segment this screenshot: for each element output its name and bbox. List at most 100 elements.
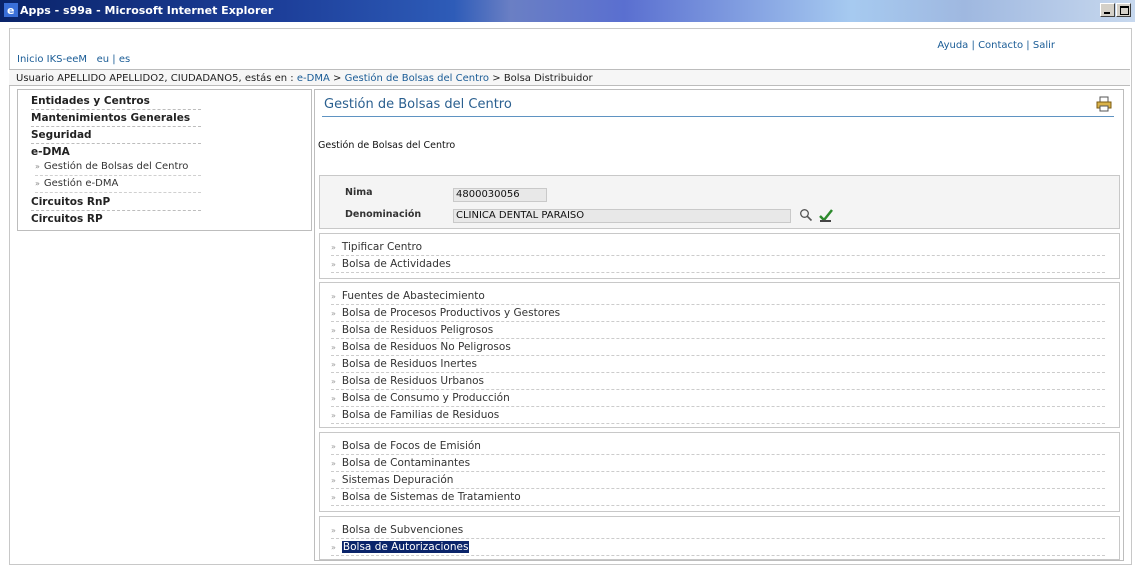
link-residuos-peligrosos[interactable]: » Bolsa de Residuos Peligrosos <box>331 322 1105 339</box>
salir-link[interactable]: Salir <box>1033 40 1055 51</box>
sidebar-item-entidades[interactable]: Entidades y Centros <box>31 93 201 110</box>
separator: | <box>971 40 975 51</box>
group-residuos: » Fuentes de Abastecimiento » Bolsa de Pro… <box>319 282 1120 428</box>
lang-es-link[interactable]: es <box>119 54 130 65</box>
link-procesos-productivos[interactable]: » Bolsa de Procesos Productivos y Gestore… <box>331 305 1105 322</box>
link-sistemas-depuracion[interactable]: » Sistemas Depuración <box>331 472 1105 489</box>
chevron-right-icon: » <box>331 493 336 502</box>
link-label: Bolsa de Contaminantes <box>341 457 471 469</box>
chevron-right-icon: » <box>331 309 336 318</box>
link-fuentes-abastecimiento[interactable]: » Fuentes de Abastecimiento <box>331 288 1105 305</box>
link-label: Bolsa de Residuos Peligrosos <box>341 324 494 336</box>
group-subvenciones: » Bolsa de Subvenciones » Bolsa de Autoriz… <box>319 516 1120 560</box>
link-label: Fuentes de Abastecimiento <box>341 290 485 302</box>
chevron-right-icon: » <box>331 526 336 535</box>
chevron-right-icon: » <box>331 260 336 269</box>
lang-eu-link[interactable]: eu <box>97 54 110 65</box>
chevron-right-icon: » <box>331 243 336 252</box>
link-label: Bolsa de Actividades <box>341 258 451 270</box>
link-subvenciones[interactable]: » Bolsa de Subvenciones <box>331 522 1105 539</box>
nima-label: Nima <box>345 187 373 198</box>
link-residuos-no-peligrosos[interactable]: » Bolsa de Residuos No Peligrosos <box>331 339 1105 356</box>
printer-icon[interactable] <box>1096 96 1112 112</box>
sidebar-item-mantenimientos[interactable]: Mantenimientos Generales <box>31 110 201 127</box>
nima-field[interactable]: 4800030056 <box>453 188 547 202</box>
search-icon[interactable] <box>799 208 813 222</box>
sidebar-item-circuitos-rnp[interactable]: Circuitos RnP <box>31 194 201 211</box>
breadcrumb-edma-link[interactable]: e-DMA <box>297 73 330 84</box>
window-title: Apps - s99a - Microsoft Internet Explore… <box>20 4 274 17</box>
minimize-button[interactable] <box>1100 3 1115 17</box>
chevron-right-icon: » <box>35 162 40 171</box>
link-familias-residuos[interactable]: » Bolsa de Familias de Residuos <box>331 407 1105 424</box>
group-emisiones: » Bolsa de Focos de Emisión » Bolsa de Con… <box>319 432 1120 512</box>
sidebar-subitem-label: Gestión e-DMA <box>43 178 119 189</box>
ayuda-link[interactable]: Ayuda <box>937 40 968 51</box>
sidebar-menu: Entidades y Centros Mantenimientos Gener… <box>17 89 312 231</box>
link-label: Tipificar Centro <box>341 241 423 253</box>
link-label-selected: Bolsa de Autorizaciones <box>341 541 470 553</box>
sidebar-item-edma[interactable]: e-DMA <box>31 144 201 160</box>
section-subtitle: Gestión de Bolsas del Centro <box>318 140 456 151</box>
chevron-right-icon: » <box>331 326 336 335</box>
link-tipificar-centro[interactable]: » Tipificar Centro <box>331 239 1105 256</box>
sidebar-subitem-gestion-bolsas[interactable]: » Gestión de Bolsas del Centro <box>35 159 201 176</box>
top-left-links: Inicio IKS-eeM eu | es <box>17 54 130 65</box>
chevron-right-icon: » <box>331 476 336 485</box>
chevron-right-icon: » <box>331 543 336 552</box>
link-label: Bolsa de Consumo y Producción <box>341 392 510 404</box>
link-sistemas-tratamiento[interactable]: » Bolsa de Sistemas de Tratamiento <box>331 489 1105 506</box>
link-contaminantes[interactable]: » Bolsa de Contaminantes <box>331 455 1105 472</box>
link-label: Sistemas Depuración <box>341 474 454 486</box>
chevron-right-icon: » <box>331 394 336 403</box>
group-tipificar: » Tipificar Centro » Bolsa de Actividades <box>319 233 1120 279</box>
link-label: Bolsa de Residuos No Peligrosos <box>341 341 511 353</box>
link-label: Bolsa de Sistemas de Tratamiento <box>341 491 521 503</box>
chevron-right-icon: » <box>331 360 336 369</box>
sidebar-subitem-label: Gestión de Bolsas del Centro <box>43 161 189 172</box>
breadcrumb: Usuario APELLIDO APELLIDO2, CIUDADANO5, … <box>9 69 1130 86</box>
check-edit-icon[interactable] <box>818 207 834 223</box>
breadcrumb-gestion-link[interactable]: Gestión de Bolsas del Centro <box>345 73 489 84</box>
internet-explorer-icon: e <box>4 3 18 17</box>
sidebar-subitem-gestion-edma[interactable]: » Gestión e-DMA <box>35 176 201 193</box>
sidebar-item-seguridad[interactable]: Seguridad <box>31 127 201 144</box>
link-consumo-produccion[interactable]: » Bolsa de Consumo y Producción <box>331 390 1105 407</box>
link-label: Bolsa de Subvenciones <box>341 524 464 536</box>
svg-text:e: e <box>7 4 14 17</box>
page-title: Gestión de Bolsas del Centro <box>324 97 512 112</box>
link-focos-emision[interactable]: » Bolsa de Focos de Emisión <box>331 438 1105 455</box>
link-label: Bolsa de Residuos Urbanos <box>341 375 485 387</box>
chevron-right-icon: » <box>331 292 336 301</box>
window-titlebar: e Apps - s99a - Microsoft Internet Explo… <box>0 0 1135 22</box>
denominacion-label: Denominación <box>345 209 422 220</box>
separator: | <box>112 54 116 65</box>
top-right-links: Ayuda | Contacto | Salir <box>937 40 1055 51</box>
centro-fields-panel: Nima 4800030056 Denominación CLINICA DEN… <box>319 175 1120 229</box>
breadcrumb-separator: > <box>492 73 501 84</box>
link-label: Bolsa de Familias de Residuos <box>341 409 500 421</box>
breadcrumb-separator: > <box>333 73 342 84</box>
link-autorizaciones[interactable]: » Bolsa de Autorizaciones <box>331 539 1105 556</box>
link-label: Bolsa de Residuos Inertes <box>341 358 477 370</box>
link-bolsa-actividades[interactable]: » Bolsa de Actividades <box>331 256 1105 273</box>
chevron-right-icon: » <box>331 411 336 420</box>
maximize-button[interactable] <box>1116 3 1131 17</box>
link-label: Bolsa de Procesos Productivos y Gestores <box>341 307 561 319</box>
link-residuos-urbanos[interactable]: » Bolsa de Residuos Urbanos <box>331 373 1105 390</box>
section-header: Gestión de Bolsas del Centro <box>322 96 1114 117</box>
main-content: Gestión de Bolsas del Centro Gestión de … <box>314 89 1124 561</box>
sidebar-item-circuitos-rp[interactable]: Circuitos RP <box>31 211 201 227</box>
inicio-link[interactable]: Inicio IKS-eeM <box>17 54 87 65</box>
chevron-right-icon: » <box>331 343 336 352</box>
link-residuos-inertes[interactable]: » Bolsa de Residuos Inertes <box>331 356 1105 373</box>
breadcrumb-current: Bolsa Distribuidor <box>503 73 593 84</box>
contacto-link[interactable]: Contacto <box>978 40 1023 51</box>
chevron-right-icon: » <box>331 459 336 468</box>
user-location-text: Usuario APELLIDO APELLIDO2, CIUDADANO5, … <box>16 73 294 84</box>
link-label: Bolsa de Focos de Emisión <box>341 440 481 452</box>
denominacion-field[interactable]: CLINICA DENTAL PARAISO <box>453 209 791 223</box>
chevron-right-icon: » <box>331 442 336 451</box>
chevron-right-icon: » <box>35 179 40 188</box>
chevron-right-icon: » <box>331 377 336 386</box>
